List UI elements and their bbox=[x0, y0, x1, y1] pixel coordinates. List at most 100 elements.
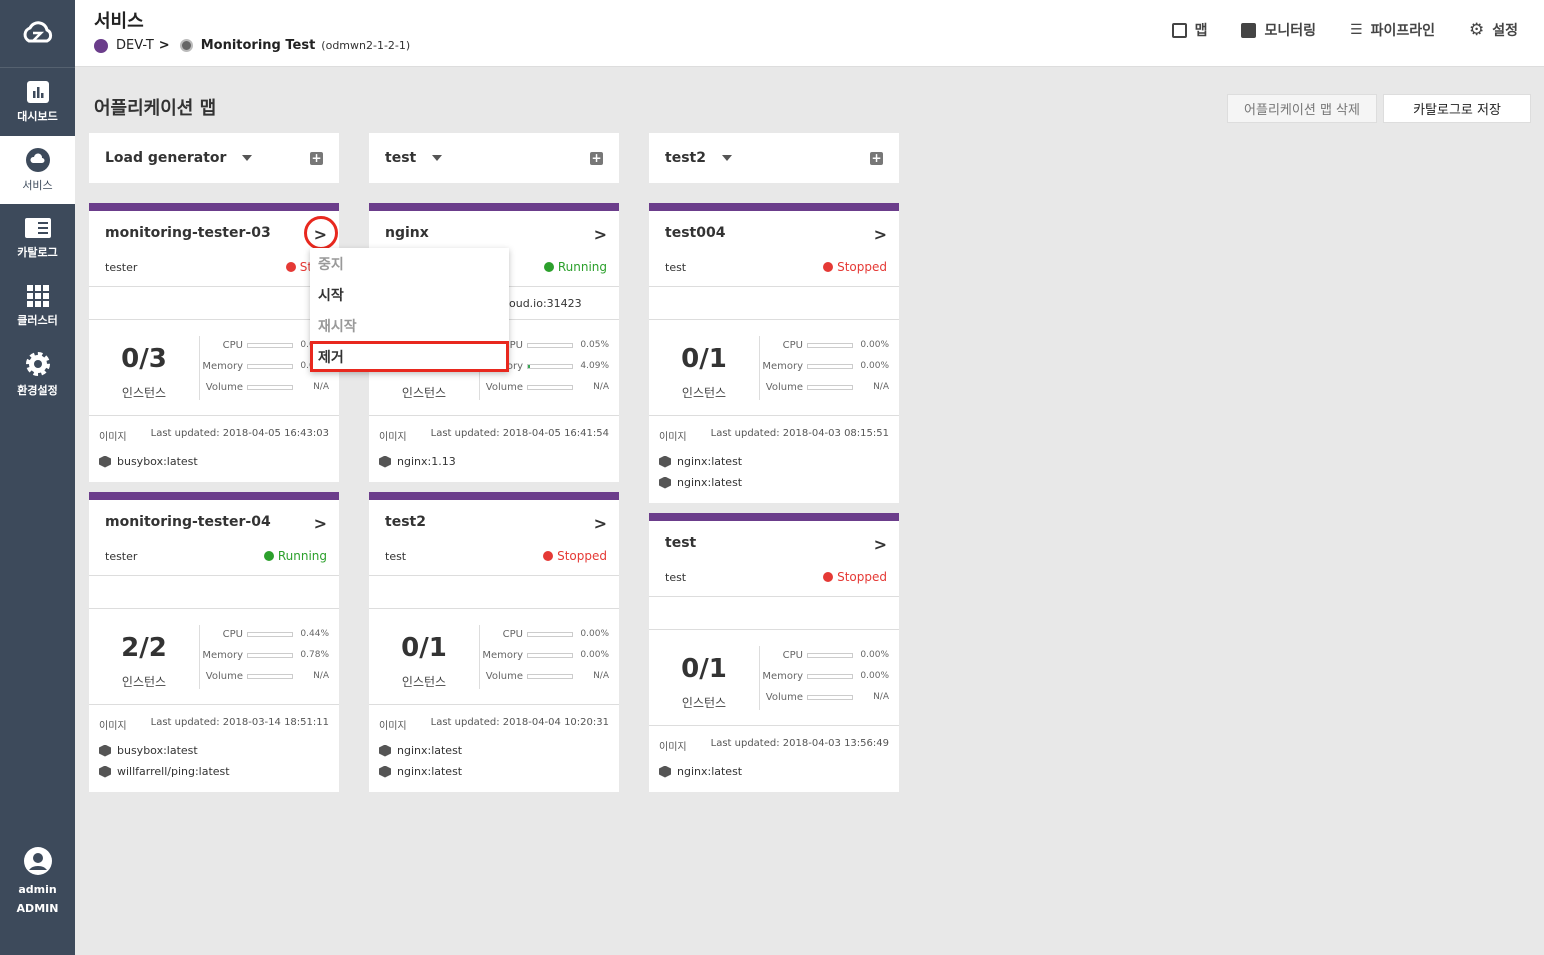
chevron-right-icon[interactable]: > bbox=[874, 225, 887, 244]
card-owner: test bbox=[665, 571, 687, 584]
cpu-metric: CPU 0.00% bbox=[479, 627, 609, 641]
instance-count: 0/1 bbox=[401, 633, 447, 663]
sidebar-item-label: 대시보드 bbox=[17, 109, 58, 123]
delete-map-button[interactable]: 어플리케이션 맵 삭제 bbox=[1227, 94, 1377, 123]
save-catalog-button[interactable]: 카탈로그로 저장 bbox=[1383, 94, 1531, 123]
cpu-bar bbox=[247, 342, 293, 348]
add-icon[interactable]: + bbox=[590, 151, 603, 165]
metric-label: Memory bbox=[762, 670, 803, 682]
breadcrumb-separator: > bbox=[158, 38, 170, 53]
container-icon bbox=[379, 744, 391, 757]
running-icon bbox=[543, 262, 554, 272]
container-icon bbox=[379, 455, 391, 468]
group-name: test2 bbox=[665, 150, 706, 166]
metric-label: Memory bbox=[202, 649, 243, 661]
memory-bar bbox=[807, 673, 853, 679]
service-card: test > test Stopped 0/1 인스턴스 CPU 0.00% Me… bbox=[649, 513, 899, 792]
image-name: willfarrell/ping:latest bbox=[117, 765, 230, 778]
sidebar-item-label: 환경설정 bbox=[17, 383, 58, 397]
chevron-right-icon[interactable]: > bbox=[594, 225, 607, 244]
service-card: monitoring-tester-04 > tester Running 2/… bbox=[89, 492, 339, 792]
volume-metric: Volume N/A bbox=[479, 380, 609, 394]
sidebar-item-cluster[interactable]: 클러스터 bbox=[0, 272, 75, 340]
sidebar-item-settings[interactable]: 환경설정 bbox=[0, 340, 75, 408]
menu-item-start[interactable]: 시작 bbox=[310, 279, 509, 310]
instance-count: 2/2 bbox=[121, 633, 167, 663]
gear-icon bbox=[25, 351, 50, 376]
chevron-right-icon[interactable]: > bbox=[874, 535, 887, 554]
status-text: Stopped bbox=[837, 570, 887, 584]
image-row: busybox:latest bbox=[99, 740, 329, 761]
group-header[interactable]: test + bbox=[369, 133, 619, 183]
status-badge: Stopped bbox=[543, 549, 607, 563]
avatar-icon bbox=[23, 847, 52, 875]
last-updated: Last updated: 2018-04-03 13:56:49 bbox=[710, 738, 889, 749]
group-header[interactable]: test2 + bbox=[649, 133, 899, 183]
add-icon[interactable]: + bbox=[310, 151, 323, 165]
card-owner: tester bbox=[105, 550, 138, 563]
memory-metric: Memory 0.78% bbox=[199, 648, 329, 662]
sidebar-item-dashboard[interactable]: 대시보드 bbox=[0, 68, 75, 136]
list-check-icon: ☰ bbox=[1350, 22, 1363, 38]
nav-map[interactable]: 맵 bbox=[1171, 20, 1207, 40]
stopped-icon bbox=[823, 572, 834, 582]
caret-down-icon[interactable] bbox=[721, 155, 732, 161]
image-name: nginx:1.13 bbox=[397, 455, 456, 468]
metric-label: CPU bbox=[222, 628, 243, 640]
volume-bar bbox=[807, 384, 853, 390]
image-label: 이미지 bbox=[659, 432, 687, 443]
metric-value: N/A bbox=[313, 671, 329, 681]
image-name: nginx:latest bbox=[677, 476, 743, 489]
image-label: 이미지 bbox=[379, 721, 407, 732]
service-card: test004 > test Stopped 0/1 인스턴스 CPU 0.00%… bbox=[649, 203, 899, 503]
caret-down-icon[interactable] bbox=[432, 155, 443, 161]
image-row: nginx:latest bbox=[659, 451, 889, 472]
user-profile[interactable]: admin ADMIN bbox=[0, 847, 75, 915]
metric-label: CPU bbox=[222, 339, 243, 351]
stopped-icon bbox=[543, 551, 554, 561]
sidebar-item-catalog[interactable]: 카탈로그 bbox=[0, 204, 75, 272]
card-name[interactable]: monitoring-tester-04 bbox=[105, 514, 271, 530]
volume-bar bbox=[247, 384, 293, 390]
volume-metric: Volume N/A bbox=[759, 690, 889, 704]
section-title: 어플리케이션 맵 bbox=[94, 98, 217, 119]
caret-down-icon[interactable] bbox=[242, 155, 253, 161]
chevron-right-icon[interactable]: > bbox=[594, 514, 607, 533]
logo[interactable] bbox=[0, 0, 75, 68]
card-name[interactable]: monitoring-tester-03 bbox=[105, 225, 271, 241]
cpu-bar bbox=[527, 631, 573, 637]
image-row: nginx:1.13 bbox=[379, 451, 609, 472]
breadcrumb-service[interactable]: Monitoring Test bbox=[201, 38, 316, 53]
last-updated: Last updated: 2018-04-03 08:15:51 bbox=[710, 428, 889, 439]
card-url bbox=[649, 287, 899, 320]
breadcrumb-project[interactable]: DEV-T bbox=[116, 38, 154, 53]
nav-settings[interactable]: ⚙ 설정 bbox=[1469, 20, 1518, 40]
gear-icon: ⚙ bbox=[1468, 20, 1485, 40]
sidebar-item-label: 클러스터 bbox=[17, 313, 58, 327]
image-row: nginx:latest bbox=[659, 761, 889, 782]
metric-label: Memory bbox=[762, 360, 803, 372]
group-header[interactable]: Load generator + bbox=[89, 133, 339, 183]
instance-label: 인스턴스 bbox=[401, 386, 447, 400]
sidebar-item-service[interactable]: 서비스 bbox=[0, 136, 75, 204]
nav-pipeline[interactable]: ☰ 파이프라인 bbox=[1350, 20, 1435, 40]
add-icon[interactable]: + bbox=[870, 151, 883, 165]
status-badge: Running bbox=[263, 549, 327, 563]
service-node-icon bbox=[179, 39, 193, 52]
card-name[interactable]: test004 bbox=[665, 225, 725, 241]
metric-value: 0.00% bbox=[860, 671, 889, 681]
container-icon bbox=[659, 455, 671, 468]
cpu-bar bbox=[247, 631, 293, 637]
nav-monitoring[interactable]: 모니터링 bbox=[1241, 20, 1316, 40]
card-name[interactable]: test2 bbox=[385, 514, 426, 530]
card-name[interactable]: test bbox=[665, 535, 696, 551]
top-nav: 맵 모니터링 ☰ 파이프라인 ⚙ 설정 bbox=[1171, 20, 1518, 40]
bar-chart-icon bbox=[26, 80, 49, 103]
status-text: Running bbox=[277, 549, 327, 563]
chevron-right-icon[interactable]: > bbox=[314, 514, 327, 533]
metric-value: 0.78% bbox=[300, 650, 329, 660]
user-name: admin bbox=[18, 883, 57, 896]
menu-item-remove[interactable]: 제거 bbox=[310, 341, 509, 372]
card-name[interactable]: nginx bbox=[385, 225, 429, 241]
metric-label: Volume bbox=[205, 381, 243, 393]
